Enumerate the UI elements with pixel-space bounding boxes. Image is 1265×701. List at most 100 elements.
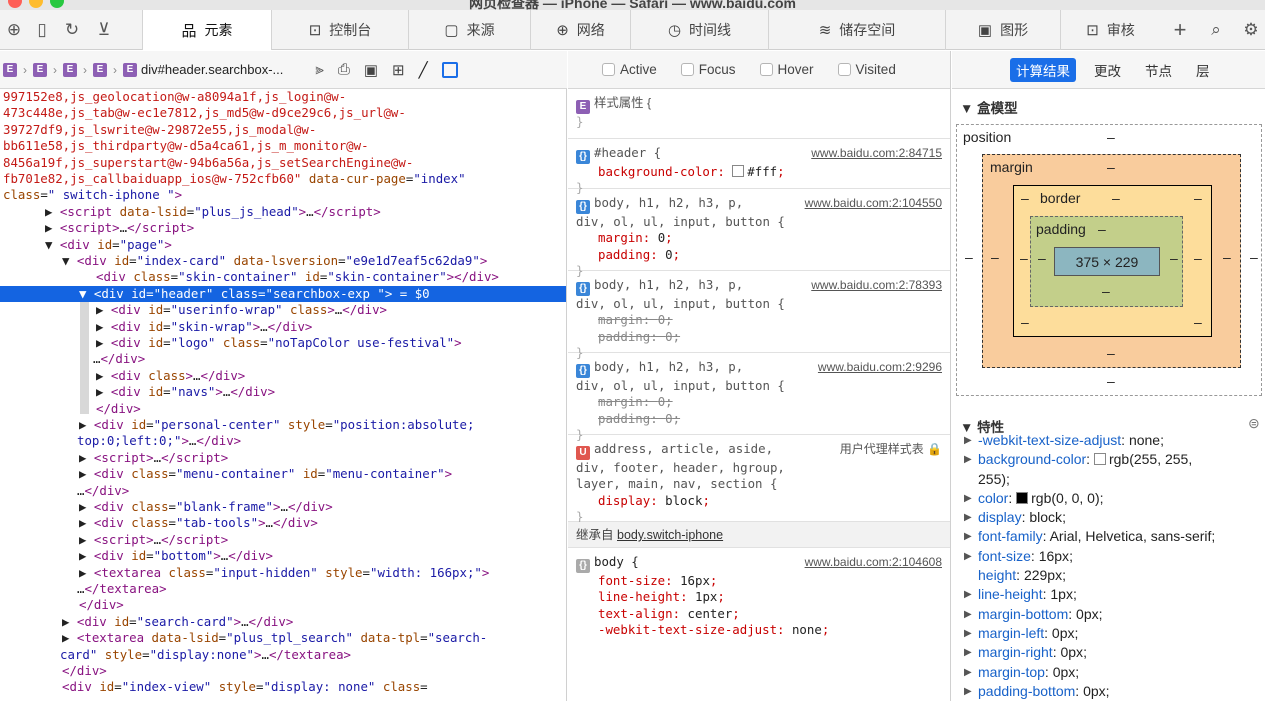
computed-property[interactable]: ▶ padding-bottom: 0px;: [952, 682, 1265, 701]
disclosure-triangle-icon[interactable]: ▶: [964, 489, 972, 508]
dom-line[interactable]: </div>: [0, 597, 566, 613]
crosshair-icon[interactable]: ⊕: [4, 20, 24, 40]
dom-line[interactable]: ▶ <textarea data-lsid="plus_tpl_search" …: [0, 630, 566, 646]
dom-line[interactable]: …</textarea>: [0, 581, 566, 597]
filter-active[interactable]: Active: [602, 62, 657, 77]
right-tab-3[interactable]: 层: [1190, 58, 1216, 82]
dom-line[interactable]: ▶ <div id="skin-wrap">…</div>: [0, 319, 566, 335]
computed-property[interactable]: ▶ margin-left: 0px;: [952, 624, 1265, 643]
css-property[interactable]: text-align: center;: [576, 606, 740, 621]
dom-line[interactable]: ▶ <div class="tab-tools">…</div>: [0, 515, 566, 531]
tab-4[interactable]: ◷ 时间线: [630, 10, 768, 50]
color-swatch[interactable]: [732, 165, 745, 177]
dom-line[interactable]: ▶ <div class>…</div>: [0, 368, 566, 384]
computed-property[interactable]: ▶ margin-right: 0px;: [952, 643, 1265, 662]
dom-line[interactable]: 473c448e,js_tab@w-ec1e7812,js_md5@w-d9ce…: [0, 105, 566, 121]
add-tab-icon[interactable]: +: [1170, 17, 1190, 42]
computed-property[interactable]: ▶ margin-bottom: 0px;: [952, 605, 1265, 624]
style-attribute-rule[interactable]: E 样式属性 {}: [568, 89, 950, 139]
css-property[interactable]: background-color: #fff;: [576, 164, 785, 179]
filter-hover[interactable]: Hover: [759, 62, 814, 77]
device-icon[interactable]: ▯: [32, 20, 52, 40]
dom-line[interactable]: ▼ <div id="page">: [0, 237, 566, 253]
css-rule[interactable]: Uaddress, article, aside, 用户代理样式表 🔒 div, f…: [568, 435, 950, 524]
disclosure-triangle-icon[interactable]: ▶: [964, 508, 972, 527]
css-property[interactable]: margin: 0;: [576, 312, 673, 327]
computed-property[interactable]: ▶ font-size: 16px;: [952, 547, 1265, 566]
computed-property[interactable]: ▶ margin-top: 0px;: [952, 663, 1265, 682]
disclosure-triangle-icon[interactable]: ▶: [964, 431, 972, 450]
css-property[interactable]: padding: 0;: [576, 247, 680, 262]
tab-0[interactable]: 品元素: [142, 10, 271, 50]
content-box[interactable]: 375 × 229: [1054, 247, 1160, 276]
dom-line[interactable]: ▶ <div id="personal-center" style="posit…: [0, 417, 566, 433]
dom-line[interactable]: bb611e58,js_thirdparty@w-d5a4ca61,js_m_m…: [0, 138, 566, 154]
tab-6[interactable]: ▣ 图形: [945, 10, 1060, 50]
tab-1[interactable]: ⊡ 控制台: [271, 10, 408, 50]
css-rule[interactable]: {} body, h1, h2, h3, p, www.baidu.com:2:92…: [568, 353, 950, 442]
computed-property[interactable]: ▶ background-color: rgb(255, 255,: [952, 450, 1265, 469]
dom-line[interactable]: ▶ <textarea class="input-hidden" style="…: [0, 565, 566, 581]
disclosure-triangle-icon[interactable]: ▶: [964, 663, 972, 682]
dom-line[interactable]: ▶ <div id="logo" class="noTapColor use-f…: [0, 335, 566, 351]
selector[interactable]: layer, main, nav, section {: [576, 476, 777, 491]
dom-tree[interactable]: 997152e8,js_geolocation@w-a8094a1f,js_lo…: [0, 89, 567, 701]
dom-line[interactable]: class=" switch-iphone ">: [0, 187, 566, 203]
selector[interactable]: div, ol, ul, input, button {: [576, 296, 785, 311]
disclosure-triangle-icon[interactable]: ▶: [964, 682, 972, 701]
selector[interactable]: body, h1, h2, h3, p,: [594, 277, 743, 292]
reload-icon[interactable]: ↻: [62, 20, 82, 40]
element-badge-icon[interactable]: E: [3, 62, 17, 77]
computed-property[interactable]: ▶ color: rgb(0, 0, 0);: [952, 489, 1265, 508]
rule-source-link[interactable]: www.baidu.com:2:9296: [818, 359, 942, 375]
dom-line[interactable]: ▶ <div class="blank-frame">…</div>: [0, 499, 566, 515]
selector[interactable]: div, ol, ul, input, button {: [576, 214, 785, 229]
filter-icon[interactable]: ⊜: [1248, 415, 1260, 432]
rule-source-link[interactable]: www.baidu.com:2:104608: [805, 554, 942, 570]
dom-line[interactable]: …</div>: [0, 351, 566, 367]
css-property[interactable]: margin: 0;: [576, 394, 673, 409]
disclosure-triangle-icon[interactable]: ▶: [964, 643, 972, 662]
dom-line[interactable]: 997152e8,js_geolocation@w-a8094a1f,js_lo…: [0, 89, 566, 105]
tab-2[interactable]: ▢ 来源: [408, 10, 530, 50]
dom-line[interactable]: </div>: [0, 401, 566, 417]
disclosure-triangle-icon[interactable]: ▶: [964, 450, 972, 469]
disclosure-triangle-icon[interactable]: ▶: [964, 624, 972, 643]
gear-icon[interactable]: ⚙: [1241, 20, 1261, 40]
disclosure-triangle-icon[interactable]: ▶: [964, 527, 972, 546]
sidebar-toggle-icon[interactable]: [441, 61, 458, 78]
download-icon[interactable]: ⊻: [94, 20, 114, 40]
css-property[interactable]: padding: 0;: [576, 329, 680, 344]
css-property[interactable]: padding: 0;: [576, 411, 680, 426]
tab-5[interactable]: ≋ 储存空间: [768, 10, 945, 50]
dom-line[interactable]: top:0;left:0;">…</div>: [0, 433, 566, 449]
dom-line[interactable]: 8456a19f,js_superstart@w-94b6a56a,js_set…: [0, 155, 566, 171]
checkbox[interactable]: [602, 63, 615, 76]
dom-line[interactable]: 39727df9,js_lswrite@w-29872e55,js_modal@…: [0, 122, 566, 138]
right-tab-0[interactable]: 计算结果: [1010, 57, 1076, 82]
css-property[interactable]: font-size: 16px;: [576, 573, 717, 588]
disclosure-triangle-icon[interactable]: ▶: [964, 547, 972, 566]
dom-line[interactable]: ▶ <script>…</script>: [0, 532, 566, 548]
element-badge-icon[interactable]: E: [123, 62, 137, 77]
selector[interactable]: address, article, aside,: [594, 441, 773, 456]
checkbox[interactable]: [837, 63, 851, 76]
dom-line[interactable]: </div>: [0, 663, 566, 679]
css-property[interactable]: display: block;: [576, 493, 710, 508]
css-property[interactable]: -webkit-text-size-adjust: none;: [576, 622, 829, 637]
css-rule[interactable]: {} body, h1, h2, h3, p, www.baidu.com:2:78…: [568, 271, 950, 360]
dom-line[interactable]: ▶ <script>…</script>: [0, 450, 566, 466]
css-property[interactable]: line-height: 1px;: [576, 589, 725, 604]
computed-property[interactable]: height: 229px;: [952, 566, 1265, 585]
dom-line[interactable]: ▶ <div id="search-card">…</div>: [0, 614, 566, 630]
dom-line[interactable]: ▶ <script>…</script>: [0, 220, 566, 236]
disclosure-triangle-icon[interactable]: ▶: [964, 585, 972, 604]
computed-property[interactable]: ▶ -webkit-text-size-adjust: none;: [952, 431, 1265, 450]
right-tab-2[interactable]: 节点: [1139, 58, 1178, 82]
css-property[interactable]: margin: 0;: [576, 230, 673, 245]
element-badge-icon[interactable]: E: [93, 62, 107, 77]
css-rule[interactable]: {} #header {www.baidu.com:2:84715 backgrou…: [568, 139, 950, 195]
dom-line[interactable]: fb701e82,js_callbaiduapp_ios@w-752cfb60"…: [0, 171, 566, 187]
search-icon[interactable]: ⌕: [1206, 20, 1226, 40]
css-rule[interactable]: {} body, h1, h2, h3, p, www.baidu.com:2:10…: [568, 189, 950, 278]
